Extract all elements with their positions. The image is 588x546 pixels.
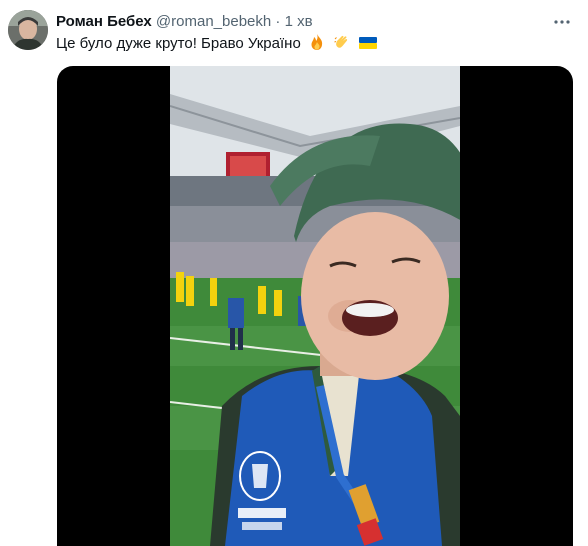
tweet[interactable]: Роман Бебех @roman_bebekh · 1 хв Це було… [0,0,588,546]
tweet-header: Роман Бебех @roman_bebekh · 1 хв [56,12,313,32]
video-frame[interactable] [170,66,460,546]
clapping-hands-emoji-icon [333,33,351,57]
tweet-timestamp[interactable]: 1 хв [285,13,313,30]
author-avatar[interactable] [8,10,48,50]
fire-emoji-icon [308,33,326,57]
author-name[interactable]: Роман Бебех [56,13,152,30]
tweet-text: Це було дуже круто! Браво Україно [56,33,378,57]
author-handle[interactable]: @roman_bebekh [156,13,271,30]
ukraine-flag-emoji-icon [358,35,378,57]
ellipsis-icon [554,20,570,24]
tweet-media-video[interactable] [57,66,573,546]
separator-dot: · [275,13,281,30]
avatar-image [8,10,48,50]
more-options-button[interactable] [550,10,574,34]
stadium-selfie-image [170,66,460,546]
tweet-text-content: Це було дуже круто! Браво Україно [56,35,301,52]
